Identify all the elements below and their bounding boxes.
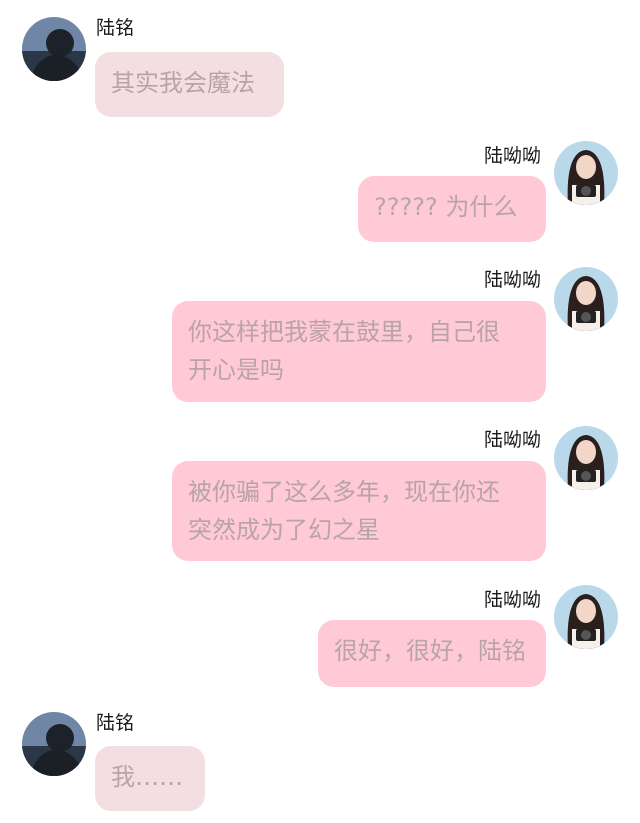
avatar-luyouyou-icon	[554, 141, 618, 205]
avatar-luyouyou-icon	[554, 267, 618, 331]
avatar-luyouyou[interactable]	[554, 141, 618, 205]
avatar-luyouyou[interactable]	[554, 267, 618, 331]
sender-name: 陆铭	[96, 712, 135, 734]
sender-name: 陆呦呦	[484, 429, 542, 451]
avatar-luming[interactable]	[22, 17, 86, 81]
avatar-luyouyou[interactable]	[554, 585, 618, 649]
message-text: 我……	[111, 763, 183, 791]
avatar-luyouyou-icon	[554, 426, 618, 490]
sender-name: 陆呦呦	[484, 145, 542, 167]
message-bubble[interactable]: 我……	[95, 746, 205, 811]
avatar-luming-icon	[22, 712, 86, 776]
message-text: 突然成为了幻之星	[188, 516, 380, 544]
sender-name: 陆铭	[96, 17, 135, 39]
message-text: 被你骗了这么多年，现在你还	[188, 478, 500, 506]
message-text: 开心是吗	[188, 356, 284, 384]
sender-name: 陆呦呦	[484, 589, 542, 611]
message-bubble[interactable]: ????? 为什么	[358, 176, 546, 242]
avatar-luming[interactable]	[22, 712, 86, 776]
avatar-luyouyou[interactable]	[554, 426, 618, 490]
message-text: 很好，很好，陆铭	[334, 637, 526, 665]
message-bubble[interactable]: 其实我会魔法	[95, 52, 284, 117]
avatar-luming-icon	[22, 17, 86, 81]
message-bubble[interactable]: 被你骗了这么多年，现在你还 突然成为了幻之星	[172, 461, 546, 561]
sender-name: 陆呦呦	[484, 269, 542, 291]
message-text: 你这样把我蒙在鼓里，自己很	[188, 318, 500, 346]
message-text: ????? 为什么	[374, 193, 518, 221]
message-text: 其实我会魔法	[111, 69, 255, 97]
message-bubble[interactable]: 很好，很好，陆铭	[318, 620, 546, 687]
avatar-luyouyou-icon	[554, 585, 618, 649]
message-bubble[interactable]: 你这样把我蒙在鼓里，自己很 开心是吗	[172, 301, 546, 402]
